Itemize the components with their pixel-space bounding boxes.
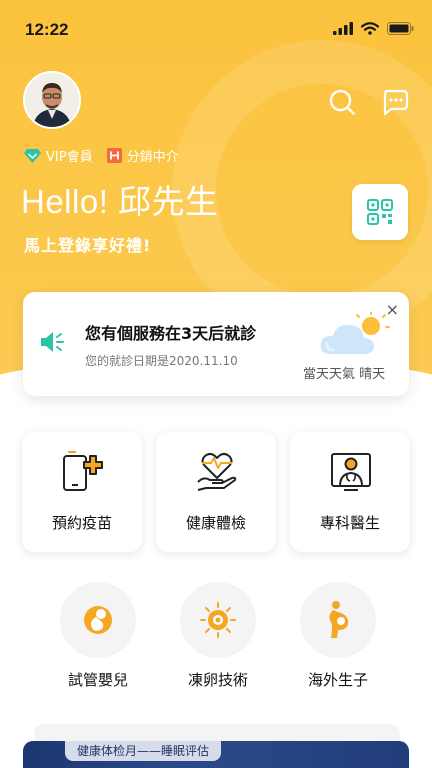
vip-badge[interactable]: VIP會員 [24, 146, 93, 165]
pregnancy-icon [329, 601, 349, 638]
greeting-title: Hello! 邱先生 [21, 183, 219, 220]
login-promo-link[interactable]: 馬上登錄享好禮! [24, 232, 151, 256]
avatar-image [25, 73, 79, 127]
embryo-icon [84, 606, 112, 634]
health-month-banner[interactable]: 健康体检月——睡眠评估 [23, 741, 409, 768]
service-label: 健康體檢 [185, 514, 246, 532]
status-bar: 12:22 [0, 0, 432, 60]
doctor-icon [331, 453, 371, 491]
appointment-notice-card[interactable]: 您有個服務在3天后就診 您的就診日期是2020.11.10 × 當天天氣 晴天 [23, 292, 409, 396]
notice-title: 您有個服務在3天后就診 [85, 324, 257, 343]
vaccine-phone-icon [63, 451, 103, 491]
feature-label: 海外生子 [307, 671, 368, 689]
wifi-icon [361, 22, 379, 35]
notice-date: 您的就診日期是2020.11.10 [85, 354, 238, 368]
service-card-vaccine[interactable]: 預約疫苗 [22, 432, 142, 552]
qr-code-button[interactable] [352, 184, 408, 240]
battery-icon [387, 22, 414, 35]
speaker-icon [41, 332, 64, 352]
feature-label: 試管嬰兒 [67, 671, 128, 689]
distribution-icon [106, 148, 122, 163]
status-time: 12:22 [25, 20, 69, 39]
heart-hand-icon [197, 452, 237, 491]
user-avatar[interactable] [23, 71, 81, 129]
service-card-checkup[interactable]: 健康體檢 [156, 432, 276, 552]
weather-text: 當天天氣 晴天 [303, 367, 386, 382]
qr-code-icon [367, 199, 393, 225]
membership-badges: VIP會員 分銷中介 [24, 146, 193, 165]
egg-cell-icon [200, 602, 236, 638]
search-icon[interactable] [328, 88, 356, 116]
service-card-specialist[interactable]: 專科醫生 [290, 432, 410, 552]
weather-sunny-icon [320, 312, 390, 354]
distribution-label: 分銷中介 [126, 150, 179, 165]
distribution-badge[interactable]: 分銷中介 [106, 146, 179, 165]
vip-label: VIP會員 [46, 150, 93, 165]
feature-ivf-button[interactable] [60, 582, 136, 658]
feature-label: 凍卵技術 [187, 671, 248, 689]
feature-overseas-birth-button[interactable] [300, 582, 376, 658]
service-label: 預約疫苗 [51, 514, 112, 532]
diamond-icon [24, 148, 41, 163]
service-label: 專科醫生 [319, 514, 380, 532]
feature-egg-freezing-button[interactable] [180, 582, 256, 658]
message-icon[interactable] [381, 88, 409, 116]
system-icons [333, 22, 414, 35]
banner-tag: 健康体检月——睡眠评估 [65, 741, 222, 761]
signal-icon [333, 22, 353, 35]
